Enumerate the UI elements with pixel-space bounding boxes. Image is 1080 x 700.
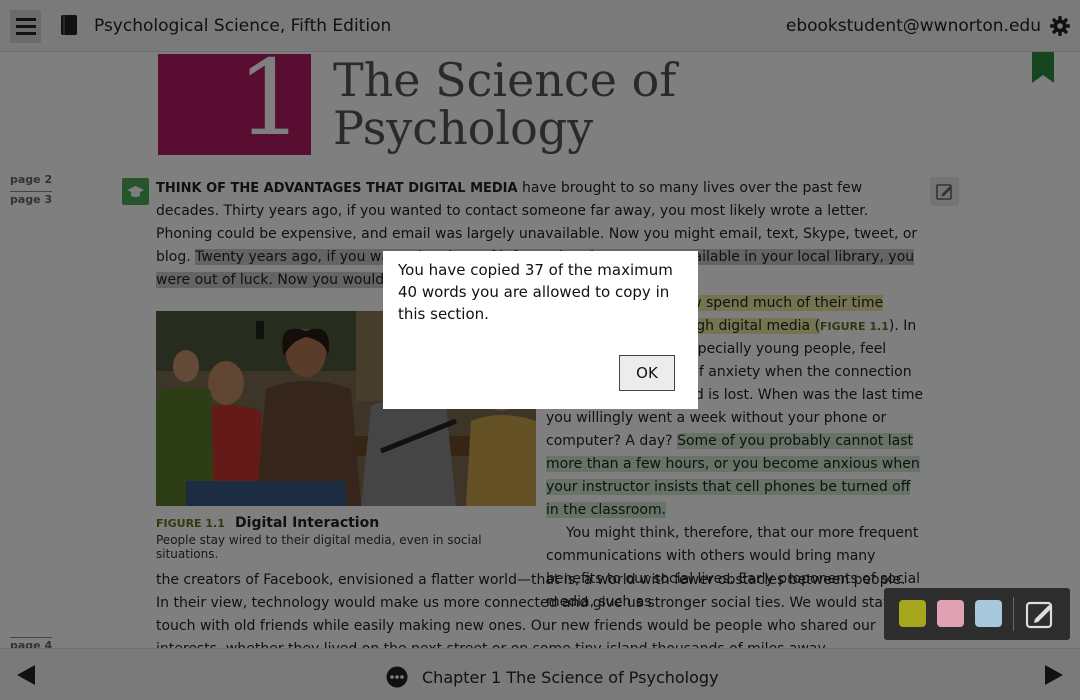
highlight-color-blue[interactable] xyxy=(975,600,1002,627)
copy-limit-dialog: You have copied 37 of the maximum 40 wor… xyxy=(383,251,698,409)
highlighter-palette xyxy=(884,588,1070,640)
note-icon[interactable] xyxy=(1023,597,1057,631)
highlight-color-pink[interactable] xyxy=(937,600,964,627)
ok-button[interactable]: OK xyxy=(619,355,675,391)
palette-divider xyxy=(1013,597,1014,631)
highlight-color-yellow[interactable] xyxy=(899,600,926,627)
dialog-message: You have copied 37 of the maximum 40 wor… xyxy=(398,261,673,323)
